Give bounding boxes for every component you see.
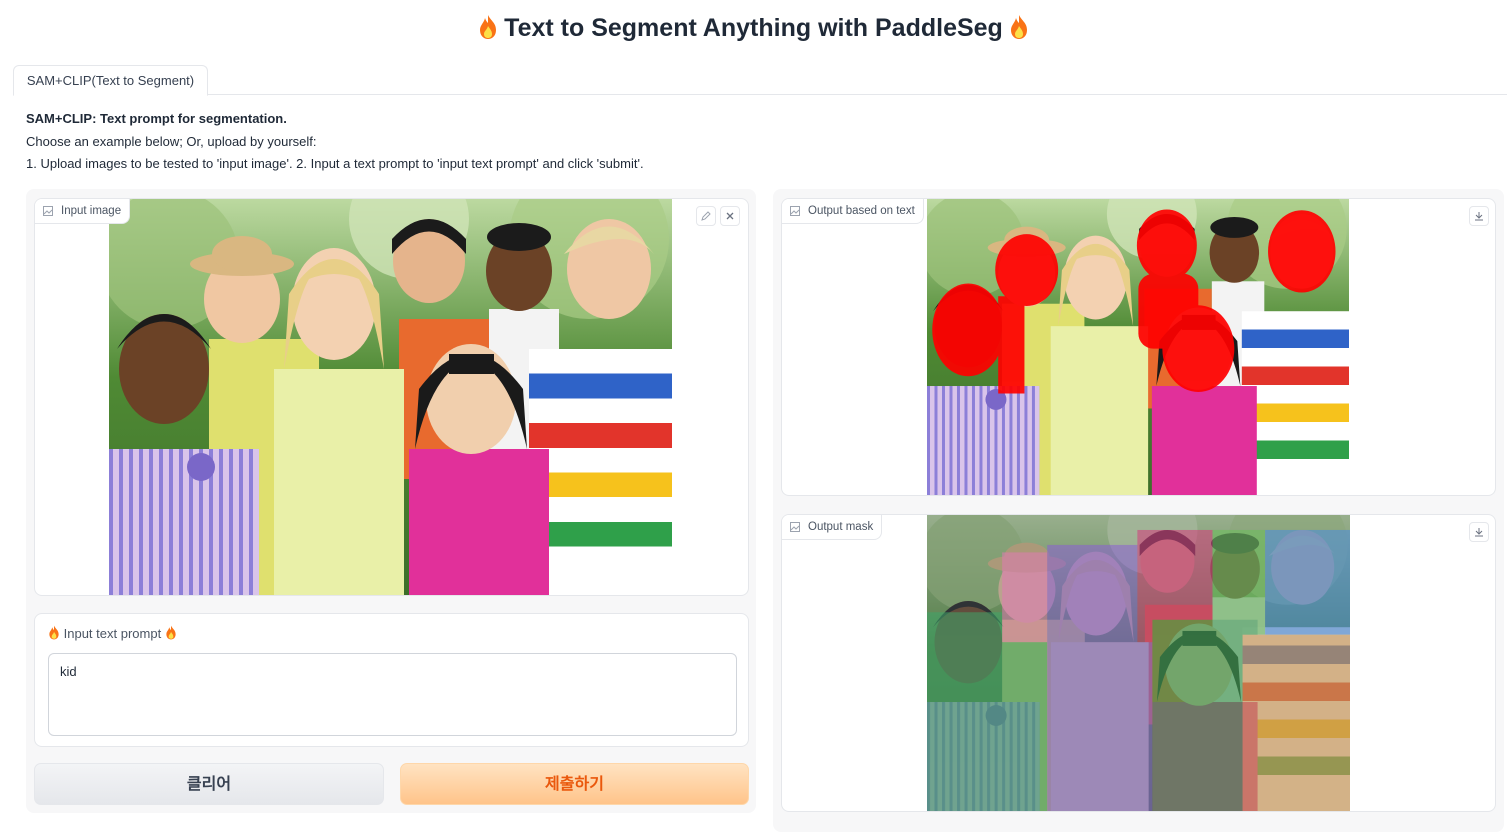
download-icon[interactable] (1469, 522, 1489, 542)
output-text-label: Output based on text (782, 199, 924, 224)
description-heading: SAM+CLIP: Text prompt for segmentation. (26, 111, 287, 126)
tab-bar: SAM+CLIP(Text to Segment) (13, 65, 1507, 96)
left-column: Input image Input text prompt kid 클리어 제출… (26, 189, 756, 813)
right-column: Output based on text Output mask (773, 189, 1504, 832)
image-icon (790, 522, 800, 532)
submit-button[interactable]: 제출하기 (400, 763, 749, 805)
prompt-panel: Input text prompt kid (34, 613, 749, 747)
fire-icon (480, 15, 497, 39)
description-line-2: 1. Upload images to be tested to 'input … (26, 156, 644, 171)
input-image-label: Input image (35, 199, 131, 224)
fire-icon (166, 625, 176, 640)
output-mask-label: Output mask (782, 515, 883, 540)
output-text-image (927, 199, 1349, 495)
description: SAM+CLIP: Text prompt for segmentation. … (26, 108, 644, 176)
clear-button[interactable]: 클리어 (34, 763, 384, 805)
close-icon[interactable] (720, 206, 740, 226)
tab-sam-clip[interactable]: SAM+CLIP(Text to Segment) (13, 65, 208, 96)
description-line-1: Choose an example below; Or, upload by y… (26, 133, 317, 149)
edit-icon[interactable] (696, 206, 716, 226)
output-mask-panel: Output mask (781, 514, 1496, 812)
output-mask-image (927, 515, 1350, 811)
input-image (109, 199, 672, 595)
title-text: Text to Segment Anything with PaddleSeg (504, 14, 1003, 42)
image-icon (790, 206, 800, 216)
image-icon (43, 206, 53, 216)
fire-icon (49, 625, 59, 640)
input-image-panel[interactable]: Input image (34, 198, 749, 596)
page-title: Text to Segment Anything with PaddleSeg (0, 14, 1507, 43)
fire-icon (1010, 15, 1027, 39)
output-text-panel: Output based on text (781, 198, 1496, 496)
prompt-label: Input text prompt (48, 625, 177, 641)
prompt-textarea[interactable]: kid (48, 653, 737, 736)
download-icon[interactable] (1469, 206, 1489, 226)
